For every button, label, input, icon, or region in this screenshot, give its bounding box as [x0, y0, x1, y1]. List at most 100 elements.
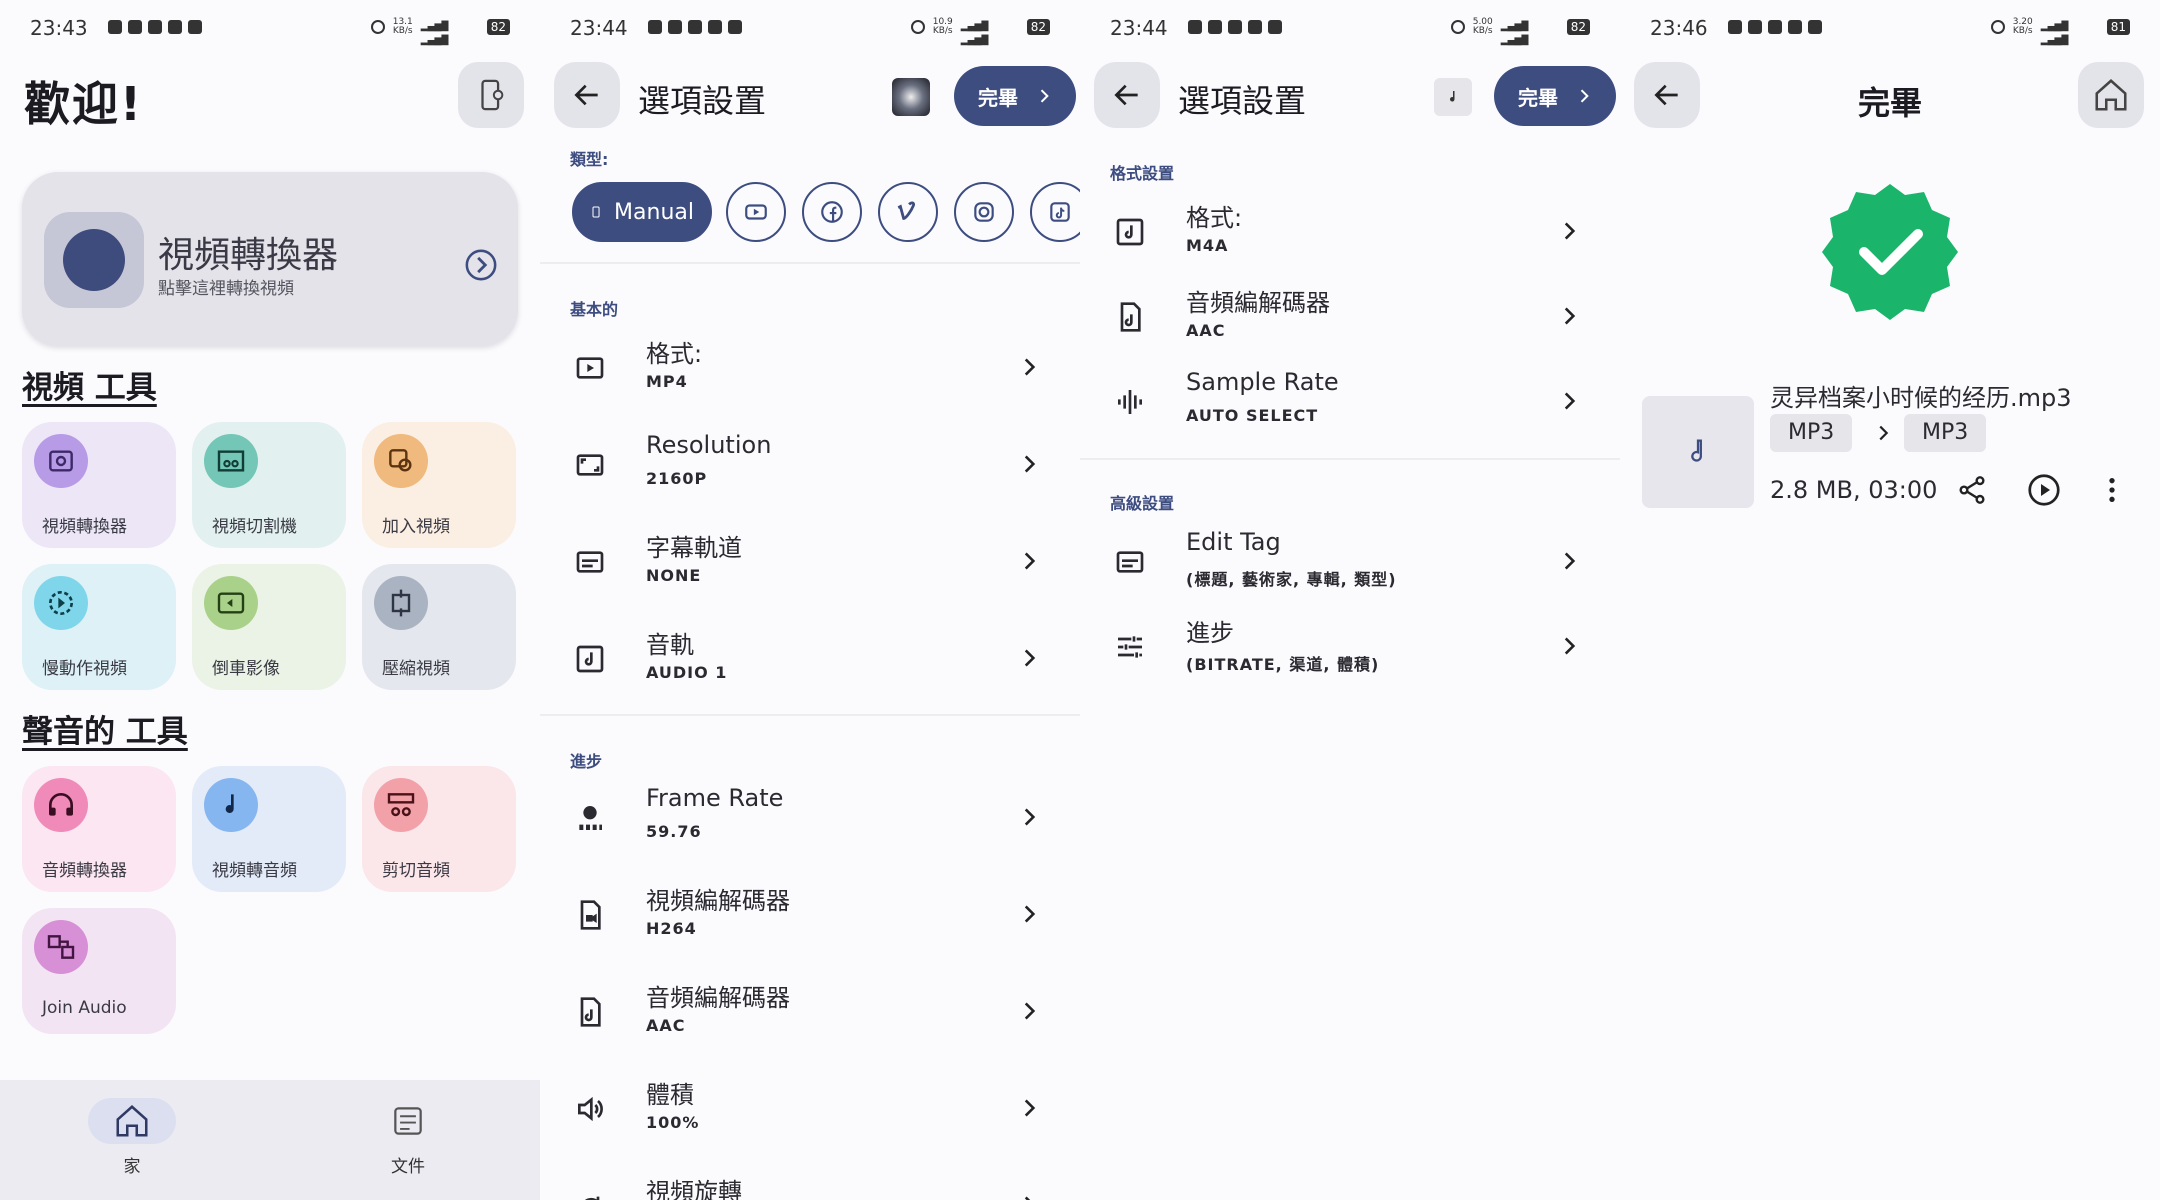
settings-row[interactable]: 音頻編解碼器 AAC [1080, 271, 1620, 361]
device-settings-button[interactable] [458, 62, 524, 128]
row-value: (標題, 藝術家, 專輯, 類型) [1186, 570, 1397, 589]
settings-row[interactable]: 字幕軌道 NONE [540, 516, 1080, 606]
divider [1080, 458, 1620, 460]
row-title: 體積 [646, 1081, 694, 1109]
audio-cut-icon [387, 793, 415, 817]
play-circle-icon[interactable] [2026, 472, 2062, 508]
share-icon[interactable] [1956, 474, 1988, 506]
done-screen: 23:46 3.20 KB/s ▂▄▆█ ▂▄▆█ 81 完畢 灵异档案小时候的经… [1620, 0, 2160, 1200]
settings-row[interactable]: 體積 100% [540, 1063, 1080, 1153]
row-value: 59.76 [646, 822, 702, 841]
file-name: 灵异档案小时候的经历.mp3 [1770, 384, 2072, 412]
settings-row[interactable]: 視頻旋轉 [540, 1160, 1080, 1200]
status-bar: 23:44 10.9 KB/s ▂▄▆█ ▂▄▆█ 82 [540, 0, 1080, 56]
notification-icons [1188, 20, 1282, 34]
chevron-right-icon [1024, 552, 1036, 570]
tool-icon-bg [374, 434, 428, 488]
home-screen: 23:43 13.1 KB/s ▂▄▆█ ▂▄▆█ 82 歡迎! 視頻轉換器 點擊… [0, 0, 540, 1200]
advanced-label: 進步 [570, 752, 603, 771]
hero-title: 視頻轉換器 [158, 235, 339, 276]
tool-tile[interactable]: 視頻切割機 [192, 422, 346, 548]
welcome-title: 歡迎! [24, 77, 143, 131]
divider [540, 714, 1080, 716]
chip-facebook[interactable] [802, 182, 862, 242]
settings-row[interactable]: 進步 (BITRATE, 渠道, 體積) [1080, 601, 1620, 691]
status-time: 23:43 [30, 16, 88, 40]
tool-icon-bg [34, 434, 88, 488]
row-value: 2160P [646, 469, 708, 488]
chip-instagram[interactable] [954, 182, 1014, 242]
chevron-right-icon [1564, 392, 1576, 410]
tool-icon-bg [374, 778, 428, 832]
tool-tile[interactable]: 壓縮視頻 [362, 564, 516, 690]
tool-icon-bg [34, 576, 88, 630]
row-title: 音軌 [646, 631, 694, 659]
video-thumbnail [892, 78, 930, 116]
chevron-right-icon [1024, 455, 1036, 473]
tool-tile[interactable]: 加入視頻 [362, 422, 516, 548]
chevron-right-icon [1580, 89, 1589, 103]
alarm-icon [910, 20, 925, 34]
video-converter-card[interactable]: 視頻轉換器 點擊這裡轉換視頻 [22, 172, 518, 346]
back-button[interactable] [1094, 62, 1160, 128]
video-options-screen: 23:44 10.9 KB/s ▂▄▆█ ▂▄▆█ 82 選項設置 完畢 類型: … [540, 0, 1080, 1200]
row-title: Sample Rate [1186, 368, 1339, 396]
home-button[interactable] [2078, 62, 2144, 128]
chip-vimeo[interactable] [878, 182, 938, 242]
tool-label: 視頻轉換器 [42, 517, 127, 537]
audio-thumbnail [1434, 78, 1472, 116]
type-label: 類型: [570, 150, 609, 169]
tool-tile[interactable]: 倒車影像 [192, 564, 346, 690]
rotate-icon [570, 1186, 610, 1200]
vimeo-icon [897, 201, 916, 220]
notification-icons [648, 20, 742, 34]
settings-row[interactable]: Frame Rate 59.76 [540, 772, 1080, 862]
file-size-duration: 2.8 MB, 03:00 [1770, 476, 1938, 504]
done-button[interactable]: 完畢 [1494, 66, 1616, 126]
settings-row[interactable]: 格式: M4A [1080, 186, 1620, 276]
more-vert-icon[interactable] [2096, 474, 2128, 506]
settings-row[interactable]: Resolution 2160P [540, 419, 1080, 509]
chip-youtube[interactable] [726, 182, 786, 242]
back-button[interactable] [554, 62, 620, 128]
frame-rate-icon [570, 798, 610, 838]
tool-label: 視頻切割機 [212, 517, 297, 537]
row-title: 視頻編解碼器 [646, 887, 790, 915]
tool-tile[interactable]: Join Audio [22, 908, 176, 1034]
settings-row[interactable]: Sample Rate AUTO SELECT [1080, 356, 1620, 446]
tool-tile[interactable]: 剪切音頻 [362, 766, 516, 892]
tool-label: 視頻轉音頻 [212, 861, 297, 881]
film-cut-icon [217, 450, 245, 472]
chevron-right-icon [1024, 358, 1036, 376]
tool-tile[interactable]: 視頻轉音頻 [192, 766, 346, 892]
chip-manual[interactable]: Manual [572, 182, 712, 242]
tag-icon [1110, 542, 1150, 582]
status-bar: 23:46 3.20 KB/s ▂▄▆█ ▂▄▆█ 81 [1620, 0, 2160, 56]
done-button[interactable]: 完畢 [954, 66, 1076, 126]
row-value: 100% [646, 1113, 700, 1132]
row-title: Resolution [646, 431, 772, 459]
tool-tile[interactable]: 慢動作視頻 [22, 564, 176, 690]
done-button-label: 完畢 [1518, 85, 1558, 110]
page-title: 選項設置 [1178, 82, 1307, 120]
music-box-icon [570, 639, 610, 679]
row-value: AAC [1186, 321, 1226, 340]
settings-row[interactable]: 音軌 AUDIO 1 [540, 613, 1080, 703]
tool-icon-bg [374, 576, 428, 630]
chip-tiktok[interactable] [1030, 182, 1080, 242]
notification-icons [1728, 20, 1822, 34]
settings-row[interactable]: 視頻編解碼器 H264 [540, 869, 1080, 959]
settings-row[interactable]: Edit Tag (標題, 藝術家, 專輯, 類型) [1080, 516, 1620, 606]
music-note-icon [225, 794, 234, 814]
music-note-icon [1450, 91, 1455, 102]
nav-files[interactable]: 文件 [348, 1098, 468, 1177]
tool-tile[interactable]: 視頻轉換器 [22, 422, 176, 548]
nav-home[interactable]: 家 [72, 1098, 192, 1177]
settings-row[interactable]: 格式: MP4 [540, 322, 1080, 412]
tool-icon-bg [204, 434, 258, 488]
file-thumbnail[interactable] [1642, 396, 1754, 508]
youtube-icon [745, 204, 767, 220]
tool-tile[interactable]: 音頻轉換器 [22, 766, 176, 892]
network-speed: 3.20 KB/s [2012, 17, 2033, 36]
settings-row[interactable]: 音頻編解碼器 AAC [540, 966, 1080, 1056]
